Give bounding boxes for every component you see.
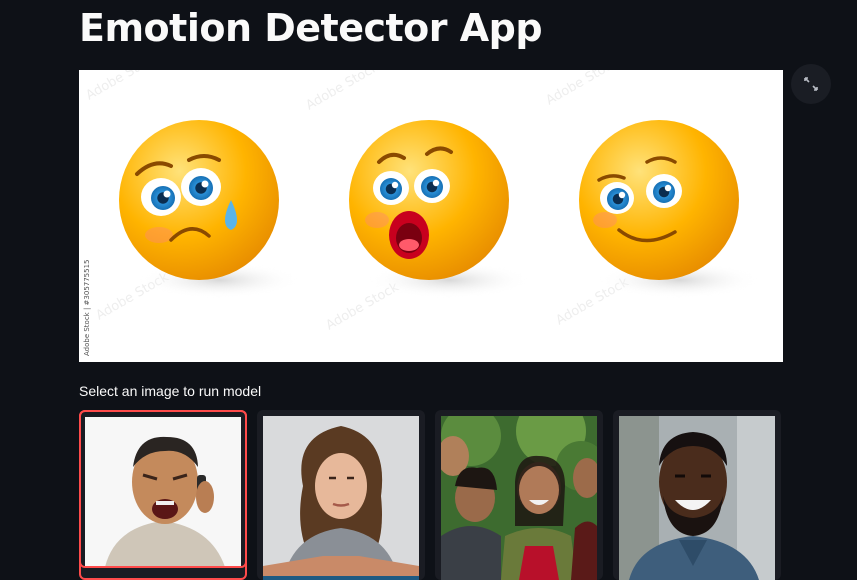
thumbnail-image (441, 416, 597, 580)
thumbnail-image (263, 416, 419, 580)
svg-text:Adobe Stock: Adobe Stock (304, 70, 382, 113)
svg-text:Adobe Stock: Adobe Stock (544, 70, 622, 108)
surprised-emoji (349, 120, 529, 298)
svg-text:Adobe Stock: Adobe Stock (84, 70, 162, 103)
gallery-item-smiling-man[interactable] (613, 410, 781, 580)
gallery-item-woman[interactable] (257, 410, 425, 580)
stock-watermark-label: Adobe Stock | #305775515 (83, 260, 91, 357)
thumbnail-image (85, 417, 241, 567)
sad-emoji (119, 120, 299, 298)
happy-emoji (579, 120, 759, 298)
emotion-banner-image: Adobe Stock Adobe Stock Adobe Stock Adob… (79, 70, 783, 362)
gallery-item-angry-man[interactable] (79, 410, 247, 580)
gallery-label: Select an image to run model (79, 383, 262, 399)
gallery-item-group-friends[interactable] (435, 410, 603, 580)
fullscreen-button[interactable] (791, 64, 831, 104)
emoji-illustration: Adobe Stock Adobe Stock Adobe Stock Adob… (83, 70, 759, 357)
expand-icon (804, 77, 818, 91)
image-gallery (79, 410, 783, 580)
page-title: Emotion Detector App (79, 6, 543, 50)
thumbnail-image (619, 416, 775, 580)
